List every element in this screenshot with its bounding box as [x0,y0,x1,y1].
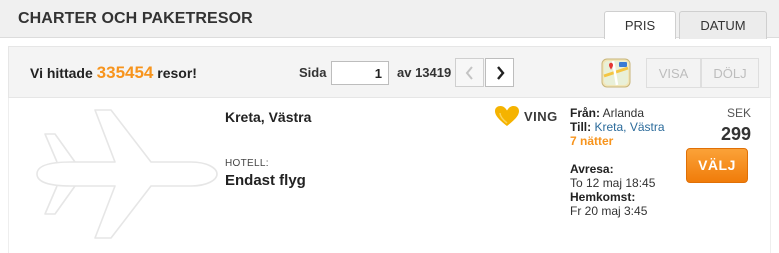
tab-datum[interactable]: DATUM [679,11,767,39]
result-card: Kreta, Västra HOTELL: Endast flyg VING F… [8,98,771,253]
chevron-right-icon [496,65,505,80]
chevron-left-icon [465,65,473,80]
depart-label: Avresa: [570,162,614,176]
return-value: Fr 20 maj 3:45 [570,204,648,218]
airplane-icon [36,109,218,239]
next-page-button[interactable] [485,58,514,87]
page-total: av 13419 [397,65,452,80]
to-label: Till: [570,120,592,134]
from-label: Från: [570,106,600,120]
found-count: 335454 [96,63,154,82]
page-number-input[interactable] [331,61,389,85]
nights: 7 nätter [570,134,614,148]
hide-button[interactable]: DÖLJ [701,58,759,88]
operator-name: VING [524,108,558,124]
charter-widget: CHARTER OCH PAKETRESOR PRIS DATUM Vi hit… [0,0,779,253]
show-button[interactable]: VISA [646,58,701,88]
price-value: 299 [720,124,751,144]
hotel-name: Endast flyg [225,172,306,189]
hotel-label: HOTELL: [225,158,269,169]
page-title: CHARTER OCH PAKETRESOR [18,10,253,27]
widget-header: CHARTER OCH PAKETRESOR PRIS DATUM [0,0,779,39]
found-suffix: resor! [157,65,197,81]
results-count-text: Vi hittade 335454 resor! [30,63,197,83]
price-currency: SEK [726,106,751,120]
results-bar: Vi hittade 335454 resor! Sida av 13419 V… [8,46,771,98]
tab-pris[interactable]: PRIS [604,11,676,39]
map-icon[interactable] [601,58,631,88]
from-value: Arlanda [602,106,645,120]
page-label: Sida [299,65,327,80]
select-button[interactable]: VÄLJ [686,148,748,183]
found-prefix: Vi hittade [30,65,93,81]
depart-value: To 12 maj 18:45 [570,176,656,190]
to-row: Till: Kreta, Västra [570,120,665,134]
return-label: Hemkomst: [570,190,636,204]
heart-icon [495,106,519,126]
to-value-link[interactable]: Kreta, Västra [594,120,664,134]
operator-logo: VING [494,104,564,128]
trip-details: Från: Arlanda Till: Kreta, Västra 7 nätt… [570,106,665,218]
destination: Kreta, Västra [225,109,312,125]
from-row: Från: Arlanda [570,106,665,120]
prev-page-button[interactable] [455,58,484,87]
